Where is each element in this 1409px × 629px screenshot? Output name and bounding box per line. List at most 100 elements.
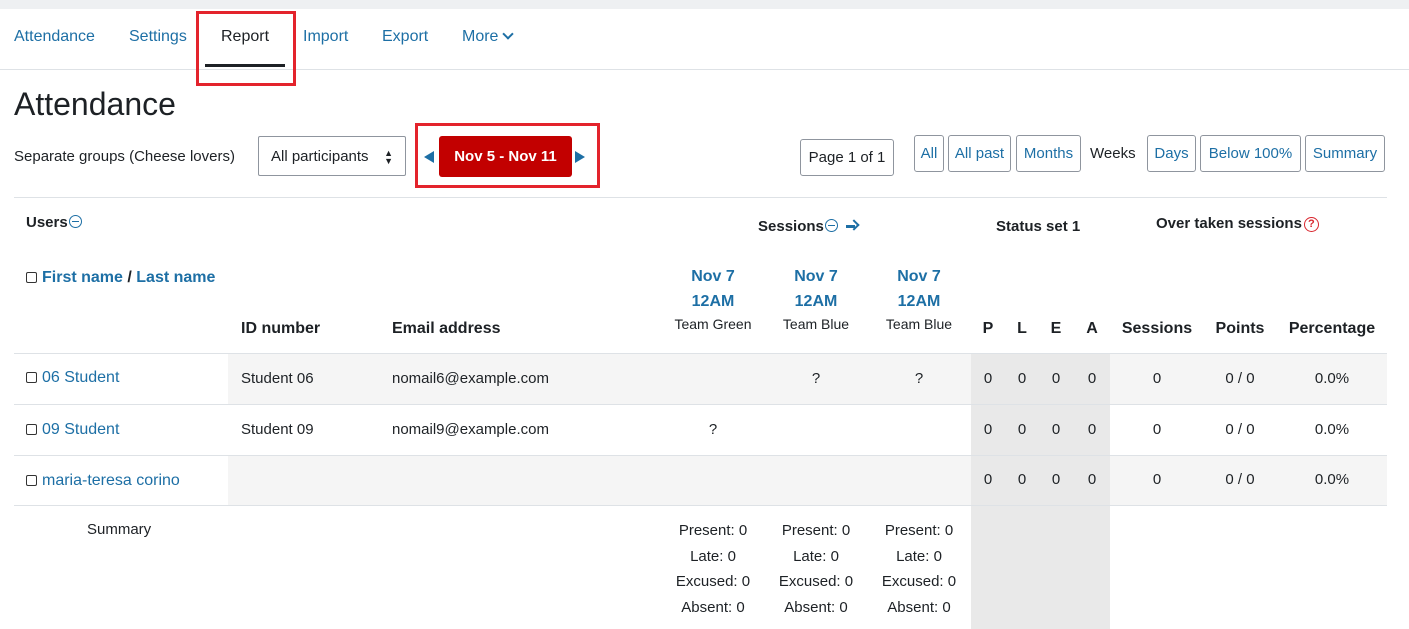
- row-checkbox[interactable]: [26, 475, 37, 486]
- chevron-down-icon: [502, 28, 515, 40]
- user-cell: 09 Student: [26, 421, 119, 439]
- summary-late: Late: 0: [793, 547, 839, 565]
- row-checkbox[interactable]: [26, 372, 37, 383]
- session-status-cell: ?: [811, 370, 821, 387]
- status-l-cell: 0: [1017, 421, 1027, 438]
- points-header: Points: [1215, 320, 1265, 337]
- view-all-past-button[interactable]: All past: [948, 135, 1011, 172]
- session-column-3[interactable]: Nov 7 12AM Team Blue: [869, 264, 969, 334]
- sort-first-name-link[interactable]: First name: [42, 269, 123, 286]
- id-number-cell: Student 09: [241, 421, 314, 438]
- tab-import[interactable]: Import: [303, 28, 348, 46]
- session-column-1[interactable]: Nov 7 12AM Team Green: [663, 264, 763, 334]
- session-time: 12AM: [897, 293, 941, 310]
- tab-more-label: More: [462, 28, 499, 45]
- highlight-box-date: [415, 123, 600, 188]
- session-group: Team Blue: [885, 316, 953, 332]
- arrow-right-icon[interactable]: [845, 220, 858, 232]
- view-months-button[interactable]: Months: [1016, 135, 1081, 172]
- tab-export[interactable]: Export: [382, 28, 428, 46]
- sessions-count-cell: 0: [1152, 421, 1162, 438]
- email-cell: nomail6@example.com: [392, 370, 549, 387]
- page-indicator[interactable]: Page 1 of 1: [800, 139, 894, 176]
- sessions-header: Sessions: [758, 218, 858, 235]
- session-time: 12AM: [691, 293, 735, 310]
- user-name-link[interactable]: maria-teresa corino: [42, 472, 180, 489]
- status-a-cell: 0: [1087, 421, 1097, 438]
- summary-absent: Absent: 0: [681, 598, 745, 616]
- session-date: Nov 7: [691, 268, 735, 285]
- tab-settings[interactable]: Settings: [129, 28, 187, 46]
- session-date: Nov 7: [794, 268, 838, 285]
- status-e-cell: 0: [1051, 471, 1061, 488]
- group-select[interactable]: All participants ▲ ▼: [258, 136, 406, 176]
- summary-excused: Excused: 0: [675, 573, 751, 591]
- view-days-button[interactable]: Days: [1147, 135, 1196, 172]
- tab-more[interactable]: More: [462, 28, 515, 46]
- user-name-link[interactable]: 09 Student: [42, 421, 119, 438]
- select-caret-icon: ▲ ▼: [384, 148, 393, 166]
- summary-present: Present: 0: [884, 522, 954, 539]
- user-cell: 06 Student: [26, 369, 119, 387]
- help-question-icon[interactable]: ?: [1303, 217, 1319, 232]
- points-cell: 0 / 0: [1225, 471, 1255, 488]
- group-mode-label: Separate groups (Cheese lovers): [14, 148, 235, 165]
- highlight-box-report: [196, 11, 296, 86]
- summary-session-1: Present: 0 Late: 0 Excused: 0 Absent: 0: [663, 518, 763, 620]
- collapse-minus-icon[interactable]: [68, 215, 82, 228]
- row-checkbox[interactable]: [26, 424, 37, 435]
- users-header-label: Users: [26, 214, 68, 231]
- collapse-minus-icon[interactable]: [824, 219, 838, 232]
- sessions-count-header: Sessions: [1121, 320, 1193, 337]
- users-header: Users: [26, 214, 82, 231]
- summary-present: Present: 0: [781, 522, 851, 539]
- id-number-header: ID number: [241, 320, 321, 337]
- status-column-bg: [971, 354, 1110, 629]
- points-cell: 0 / 0: [1225, 421, 1255, 438]
- summary-present: Present: 0: [678, 522, 748, 539]
- table-top-border: [14, 197, 1387, 198]
- session-status-cell: ?: [708, 421, 718, 438]
- status-set-header: Status set 1: [996, 218, 1081, 235]
- status-a-cell: 0: [1087, 471, 1097, 488]
- percentage-cell: 0.0%: [1314, 370, 1350, 387]
- percentage-cell: 0.0%: [1314, 421, 1350, 438]
- session-group: Team Green: [674, 316, 752, 332]
- session-status-cell: ?: [914, 370, 924, 387]
- status-p-cell: 0: [983, 370, 993, 387]
- summary-late: Late: 0: [896, 547, 942, 565]
- over-taken-header: Over taken sessions?: [1156, 215, 1319, 233]
- sessions-header-label: Sessions: [758, 218, 824, 235]
- row-border: [14, 505, 1387, 506]
- sort-last-name-link[interactable]: Last name: [136, 269, 215, 286]
- tab-attendance[interactable]: Attendance: [14, 28, 95, 46]
- points-cell: 0 / 0: [1225, 370, 1255, 387]
- top-strip: [0, 0, 1409, 9]
- sessions-count-cell: 0: [1152, 471, 1162, 488]
- summary-absent: Absent: 0: [784, 598, 848, 616]
- status-e-header: E: [1050, 320, 1062, 337]
- status-l-cell: 0: [1017, 370, 1027, 387]
- status-p-cell: 0: [983, 471, 993, 488]
- email-cell: nomail9@example.com: [392, 421, 549, 438]
- summary-late: Late: 0: [690, 547, 736, 565]
- sessions-count-cell: 0: [1152, 370, 1162, 387]
- email-header: Email address: [392, 320, 501, 337]
- percentage-cell: 0.0%: [1314, 471, 1350, 488]
- status-l-cell: 0: [1017, 471, 1027, 488]
- summary-session-3: Present: 0 Late: 0 Excused: 0 Absent: 0: [869, 518, 969, 620]
- session-group: Team Blue: [782, 316, 850, 332]
- user-name-link[interactable]: 06 Student: [42, 369, 119, 386]
- page-title: Attendance: [14, 86, 176, 122]
- view-below-100-button[interactable]: Below 100%: [1200, 135, 1301, 172]
- summary-absent: Absent: 0: [887, 598, 951, 616]
- user-cell: maria-teresa corino: [26, 472, 180, 490]
- select-all-checkbox[interactable]: [26, 272, 37, 283]
- status-e-cell: 0: [1051, 421, 1061, 438]
- view-all-button[interactable]: All: [914, 135, 944, 172]
- row-border: [14, 404, 1387, 405]
- session-column-2[interactable]: Nov 7 12AM Team Blue: [766, 264, 866, 334]
- view-summary-button[interactable]: Summary: [1305, 135, 1385, 172]
- summary-excused: Excused: 0: [778, 573, 854, 591]
- row-border: [14, 455, 1387, 456]
